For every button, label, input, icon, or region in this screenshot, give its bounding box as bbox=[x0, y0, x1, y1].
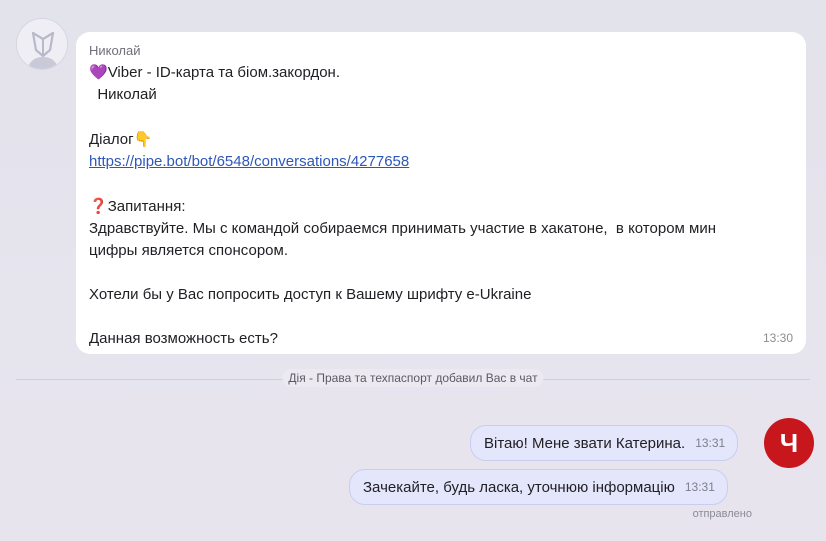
sender-avatar[interactable] bbox=[16, 18, 68, 70]
line-text: цифры является спонсором. bbox=[89, 242, 288, 259]
pointing-down-icon: 👇 bbox=[133, 130, 153, 148]
line-text: Николай bbox=[89, 86, 157, 103]
message-line bbox=[89, 306, 792, 328]
emoji-icon: ❓ bbox=[89, 197, 108, 215]
message-line: Хотели бы у Вас попросить доступ к Вашем… bbox=[89, 284, 792, 306]
conversation-link[interactable]: https://pipe.bot/bot/6548/conversations/… bbox=[89, 153, 409, 170]
outgoing-message-2[interactable]: Зачекайте, будь ласка, уточнюю інформаці… bbox=[349, 469, 728, 505]
outgoing-text: Вітаю! Мене звати Катерина. bbox=[484, 434, 686, 452]
message-line: Николай bbox=[89, 84, 792, 106]
message-line bbox=[89, 173, 792, 195]
message-line: 💜Viber - ID-карта та біом.закордон. bbox=[89, 61, 792, 84]
message-line: ❓Запитання: bbox=[89, 195, 792, 218]
emoji-icon: 💜 bbox=[89, 63, 108, 81]
outgoing-message-1[interactable]: Вітаю! Мене звати Катерина. 13:31 bbox=[470, 425, 739, 461]
delivery-status: отправлено bbox=[692, 508, 752, 520]
line-text: Здравствуйте. Мы с командой собираемся п… bbox=[89, 220, 716, 237]
outgoing-time: 13:31 bbox=[695, 436, 726, 450]
default-avatar-icon bbox=[17, 19, 67, 69]
line-text: Viber - ID-карта та біом.закордон. bbox=[107, 64, 341, 81]
agent-avatar[interactable]: Ч bbox=[764, 418, 814, 468]
message-line: Діалог👇 bbox=[89, 128, 792, 151]
line-text: Діалог bbox=[89, 131, 134, 148]
message-line: Здравствуйте. Мы с командой собираемся п… bbox=[89, 218, 792, 240]
sender-name[interactable]: Николай bbox=[89, 43, 792, 61]
message-line: цифры является спонсором. bbox=[89, 240, 792, 262]
outgoing-text: Зачекайте, будь ласка, уточнюю інформаці… bbox=[363, 478, 675, 496]
outgoing-time: 13:31 bbox=[684, 480, 715, 494]
message-line bbox=[89, 262, 792, 284]
system-message: Дія - Права та техпаспорт добавил Вас в … bbox=[282, 369, 544, 387]
line-text: Запитання: bbox=[107, 198, 186, 215]
message-time: 13:30 bbox=[762, 331, 793, 345]
message-line bbox=[89, 106, 792, 128]
message-line: Данная возможность есть? bbox=[89, 328, 792, 350]
message-body: 💜Viber - ID-карта та біом.закордон. Нико… bbox=[89, 61, 792, 350]
line-text: Данная возможность есть? bbox=[89, 330, 278, 347]
message-line: https://pipe.bot/bot/6548/conversations/… bbox=[89, 151, 792, 173]
incoming-message[interactable]: Николай 💜Viber - ID-карта та біом.закорд… bbox=[76, 32, 806, 354]
line-text: Хотели бы у Вас попросить доступ к Вашем… bbox=[89, 286, 532, 303]
